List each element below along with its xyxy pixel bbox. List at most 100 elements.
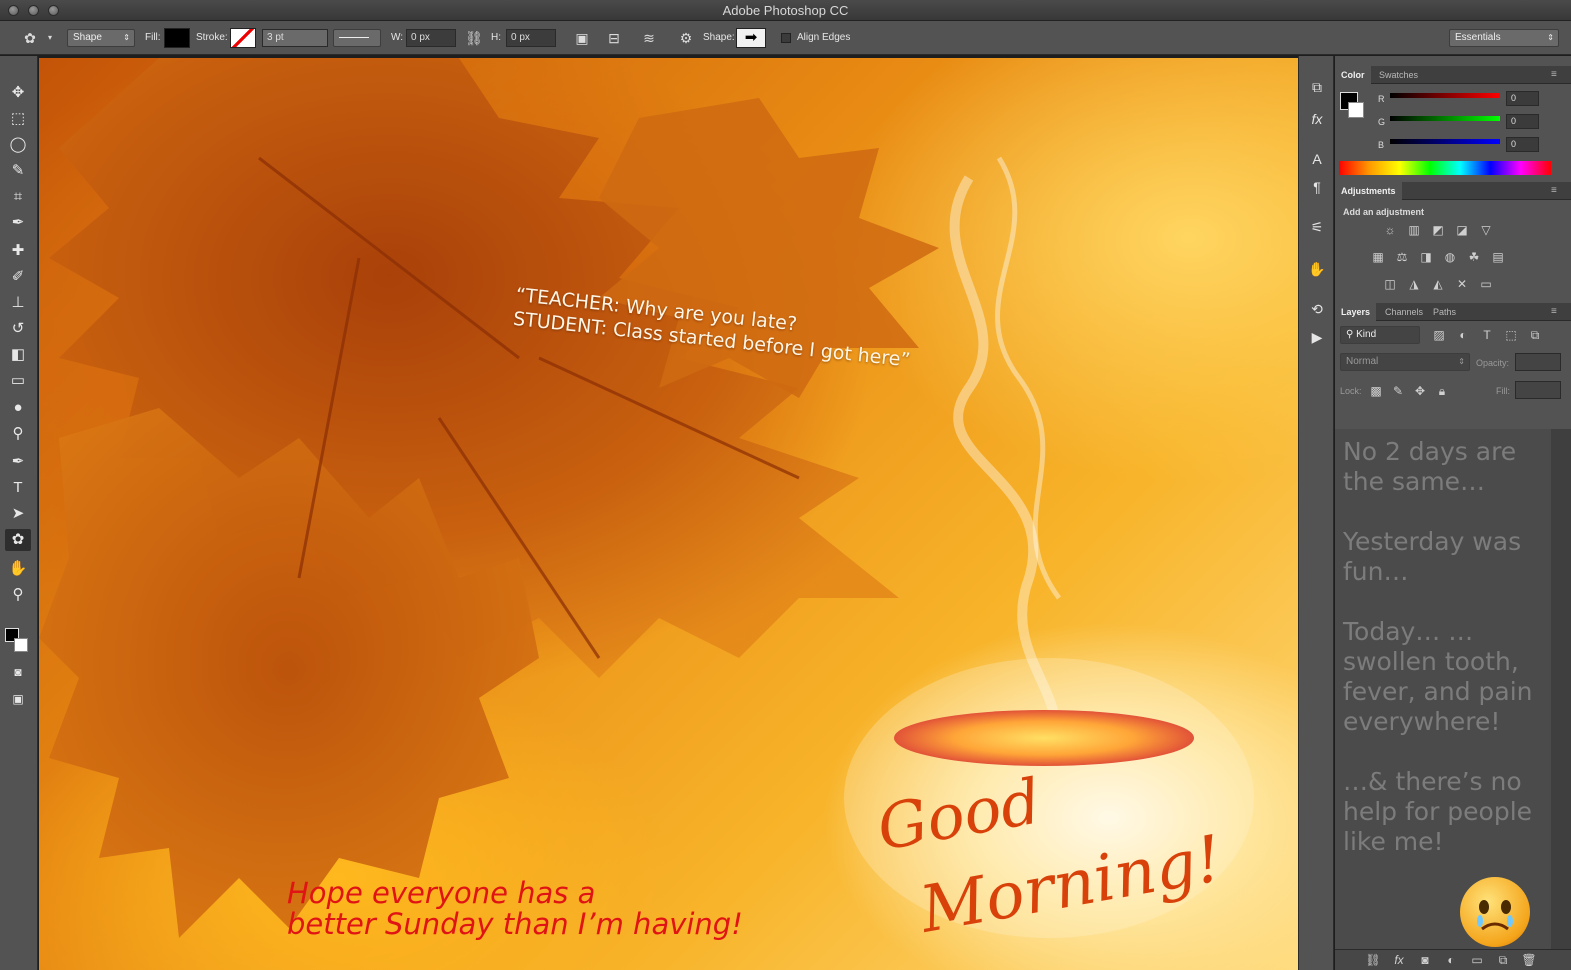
g-slider[interactable] [1390,116,1500,121]
color-spectrum-bar[interactable] [1339,161,1551,175]
pen-tool-icon[interactable]: ✒ [5,451,31,473]
gradient-tool-icon[interactable]: ▭ [5,370,31,392]
dodge-tool-icon[interactable]: ⚲ [5,423,31,445]
path-operations-icon[interactable]: ▣ [572,28,592,48]
tab-swatches[interactable]: Swatches [1373,66,1424,84]
background-color-swatch[interactable] [14,638,28,652]
black-white-icon[interactable]: ◨ [1418,250,1434,264]
move-tool-icon[interactable]: ✥ [5,82,31,104]
stroke-type-dropdown[interactable] [333,29,381,47]
lasso-tool-icon[interactable]: ◯ [5,134,31,156]
history-brush-tool-icon[interactable]: ↺ [5,318,31,340]
layers-scrollbar[interactable] [1551,429,1571,949]
lock-transparency-icon[interactable]: ▩ [1368,384,1384,398]
lock-all-icon[interactable]: 🔒︎ [1434,384,1450,398]
b-slider[interactable] [1390,139,1500,144]
tab-adjustments[interactable]: Adjustments [1335,182,1402,200]
chevron-down-icon[interactable]: ▾ [40,28,60,48]
workspace-dropdown[interactable]: Essentials ⇕ [1449,29,1559,47]
panel-menu-icon[interactable]: ≡ [1545,66,1563,84]
eraser-tool-icon[interactable]: ◧ [5,344,31,366]
brush-presets-icon[interactable]: ✋ [1306,258,1328,280]
vibrance-icon[interactable]: ▽ [1478,223,1494,237]
custom-shape-tool-preset-icon[interactable]: ✿ [20,28,40,48]
selective-color-icon[interactable]: ✕ [1454,277,1470,291]
trash-icon[interactable]: 🗑︎ [1521,953,1537,967]
paragraph-icon[interactable]: ¶ [1306,176,1328,198]
invert-icon[interactable]: ◫ [1382,277,1398,291]
brush-tool-icon[interactable]: ✐ [5,266,31,288]
document-canvas[interactable]: “TEACHER: Why are you late? STUDENT: Cla… [39,58,1298,970]
hue-saturation-icon[interactable]: ▦ [1370,250,1386,264]
opacity-input[interactable] [1515,353,1561,371]
healing-brush-tool-icon[interactable]: ✚ [5,240,31,262]
hand-tool-icon[interactable]: ✋ [5,558,31,580]
type-tool-icon[interactable]: T [5,477,31,499]
r-slider[interactable] [1390,93,1500,98]
tab-paths[interactable]: Paths [1427,303,1462,321]
quick-selection-tool-icon[interactable]: ✎ [5,160,31,182]
smart-object-filter-icon[interactable]: ⧉ [1527,328,1543,342]
path-arrangement-icon[interactable]: ≋ [639,28,659,48]
adjustment-layer-filter-icon[interactable]: ◐ [1455,328,1471,342]
tab-color[interactable]: Color [1335,66,1371,84]
stroke-swatch[interactable] [230,28,256,48]
new-layer-icon[interactable]: ⧉ [1495,953,1511,967]
lock-pixels-icon[interactable]: ✎ [1390,384,1406,398]
channel-mixer-icon[interactable]: ☘ [1466,250,1482,264]
panel-menu-icon[interactable]: ≡ [1545,303,1563,321]
marquee-tool-icon[interactable]: ⬚ [5,108,31,130]
threshold-icon[interactable]: ◭ [1430,277,1446,291]
color-lookup-icon[interactable]: ▤ [1490,250,1506,264]
posterize-icon[interactable]: ◮ [1406,277,1422,291]
add-mask-icon[interactable]: ◙ [1417,953,1433,967]
tab-layers[interactable]: Layers [1335,303,1377,321]
crop-tool-icon[interactable]: ⌗ [5,186,31,208]
path-selection-tool-icon[interactable]: ➤ [5,503,31,525]
pixel-layer-filter-icon[interactable]: ▨ [1431,328,1447,342]
screen-mode-icon[interactable]: ▣ [5,688,31,710]
eyedropper-tool-icon[interactable]: ✒ [5,212,31,234]
b-input[interactable]: 0 [1506,137,1539,152]
custom-shape-tool-icon[interactable]: ✿ [5,529,31,551]
link-layers-icon[interactable]: ⛓ [1365,953,1381,967]
color-background-swatch[interactable] [1348,102,1364,118]
brightness-contrast-icon[interactable]: ☼ [1382,223,1398,237]
fx-icon[interactable]: fx [1306,108,1328,130]
tool-mode-dropdown[interactable]: Shape ⇕ [67,29,135,47]
quick-mask-icon[interactable]: ◙ [5,661,31,683]
r-input[interactable]: 0 [1506,91,1539,106]
panel-menu-icon[interactable]: ≡ [1545,182,1563,200]
properties-icon[interactable]: ⚟ [1306,216,1328,238]
align-edges-checkbox[interactable] [781,33,791,43]
photo-filter-icon[interactable]: ◍ [1442,250,1458,264]
fill-swatch[interactable] [164,28,190,48]
link-icon[interactable]: ⛓ [464,28,484,48]
color-balance-icon[interactable]: ⚖ [1394,250,1410,264]
clone-stamp-tool-icon[interactable]: ⊥ [5,292,31,314]
shape-picker[interactable]: ➡ [736,28,766,48]
blend-mode-dropdown[interactable]: Normal ⇕ [1340,353,1470,371]
gear-icon[interactable]: ⚙ [676,28,696,48]
zoom-tool-icon[interactable]: ⚲ [5,584,31,606]
height-input[interactable]: 0 px [506,29,556,47]
fill-input[interactable] [1515,381,1561,399]
g-input[interactable]: 0 [1506,114,1539,129]
levels-icon[interactable]: ▥ [1406,223,1422,237]
blur-tool-icon[interactable]: ● [5,397,31,419]
stroke-width-dropdown[interactable]: 3 pt [262,29,328,47]
shape-layer-filter-icon[interactable]: ⬚ [1503,328,1519,342]
tab-channels[interactable]: Channels [1379,303,1429,321]
play-actions-icon[interactable]: ▶ [1306,326,1328,348]
new-adjustment-layer-icon[interactable]: ◐ [1443,953,1459,967]
curves-icon[interactable]: ◩ [1430,223,1446,237]
fx-icon[interactable]: fx [1391,953,1407,967]
history-icon[interactable]: ⟲ [1306,298,1328,320]
layer-filter-dropdown[interactable]: ⚲ Kind [1340,326,1420,344]
gradient-map-icon[interactable]: ▭ [1478,277,1494,291]
width-input[interactable]: 0 px [406,29,456,47]
path-alignment-icon[interactable]: ⊟ [604,28,624,48]
type-layer-filter-icon[interactable]: T [1479,328,1495,342]
exposure-icon[interactable]: ◪ [1454,223,1470,237]
3d-icon[interactable]: ⧉ [1306,76,1328,98]
